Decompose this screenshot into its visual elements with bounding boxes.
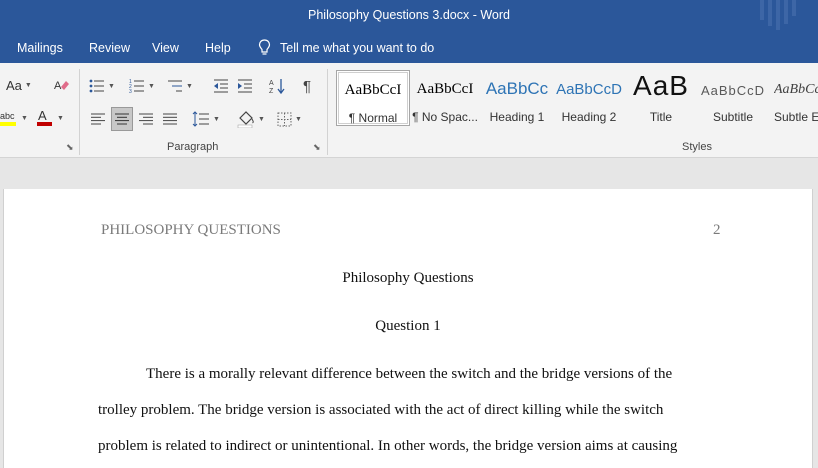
style-name: Subtle Em [774,110,818,124]
align-left-button[interactable] [88,108,108,130]
pilcrow-icon: ¶ [302,77,312,95]
separator [79,69,80,155]
style-heading-2[interactable]: AaBbCcD Heading 2 [552,70,626,126]
tab-help[interactable]: Help [205,41,231,55]
bullets-icon [89,79,104,93]
line-spacing-icon [192,111,209,127]
shading-button[interactable]: ▼ [237,108,265,130]
style-sample: AaBbCcD [556,81,622,98]
bullets-button[interactable]: ▼ [89,76,115,96]
style-name: Title [649,110,673,124]
eraser-icon: A [54,80,69,92]
tell-me-box[interactable]: Tell me what you want to do [258,39,434,56]
style-sample: AaB [633,70,689,101]
body-line: problem is related to indirect or uninte… [98,438,678,454]
highlighter-icon: abc [0,111,16,126]
numbering-button[interactable]: 1 2 3 ▼ [129,76,155,96]
increase-indent-icon [238,79,252,93]
clear-formatting-button[interactable]: A [52,76,70,94]
tab-view[interactable]: View [152,41,179,55]
change-case-button[interactable]: Aa ▼ [6,76,32,94]
style-no-spacing[interactable]: AaBbCcI ¶ No Spac... [408,70,482,126]
justify-button[interactable] [160,108,180,130]
paragraph-group-label: Paragraph [167,141,219,153]
sort-icon: A Z [269,79,285,95]
multilevel-list-button[interactable]: ▼ [167,76,193,96]
increase-indent-button[interactable] [236,76,254,96]
separator [327,69,328,155]
decrease-indent-icon [214,79,228,93]
align-right-button[interactable] [136,108,156,130]
tab-mailings[interactable]: Mailings [17,41,63,55]
style-name: ¶ Normal [348,111,398,125]
running-header: PHILOSOPHY QUESTIONS [101,222,281,238]
show-hide-marks-button[interactable]: ¶ [298,76,316,96]
decrease-indent-button[interactable] [212,76,230,96]
style-heading-1[interactable]: AaBbCc Heading 1 [480,70,554,126]
svg-text:A: A [54,80,62,92]
style-sample: AaBbCcD [700,83,766,98]
document-title: Philosophy Questions [342,270,474,286]
line-spacing-button[interactable]: ▼ [192,108,220,130]
title-bar: Philosophy Questions 3.docx - Word [0,0,818,33]
style-name: ¶ No Spac... [412,110,478,124]
sort-button[interactable]: A Z [268,76,286,96]
style-normal[interactable]: AaBbCcI ¶ Normal [336,70,410,126]
align-right-icon [139,113,153,125]
window-title: Philosophy Questions 3.docx - Word [308,8,510,22]
justify-icon [163,113,177,125]
body-line: trolley problem. The bridge version is a… [98,402,664,418]
svg-text:3: 3 [129,89,132,94]
ribbon-tabs: Mailings Review View Help Tell me what y… [0,33,818,63]
highlight-label: abc [0,111,15,121]
style-sample: AaBbCc [485,79,549,98]
align-center-button[interactable] [111,107,133,131]
style-sample: AaBbCcl [774,82,818,97]
ribbon: Aa ▼ A abc ▼ A ▼ ⬊ ▼ 1 2 3 ▼ ▼ A Z ¶ ▼ ▼… [0,63,818,158]
style-title[interactable]: AaB Title [624,70,698,126]
highlight-button[interactable]: abc ▼ [0,108,28,128]
svg-text:A: A [269,80,274,87]
style-sample: AaBbCcI [344,82,402,98]
align-center-icon [115,113,129,125]
document-area: PHILOSOPHY QUESTIONS 2 Philosophy Questi… [0,158,818,468]
lightbulb-icon [258,39,271,55]
paint-bucket-icon [237,111,254,128]
change-case-label: Aa [6,77,22,93]
question-heading: Question 1 [375,318,441,334]
tell-me-label: Tell me what you want to do [280,40,435,55]
style-name: Heading 2 [561,110,617,124]
borders-icon [277,112,292,126]
align-left-icon [91,113,105,125]
paragraph-dialog-launcher[interactable]: ⬊ [313,142,321,153]
document-page[interactable]: PHILOSOPHY QUESTIONS 2 Philosophy Questi… [3,189,813,468]
font-color-icon: A [37,108,52,126]
font-dialog-launcher[interactable]: ⬊ [66,142,74,153]
style-name: Heading 1 [489,110,545,124]
tab-review[interactable]: Review [89,41,130,55]
decorative-bars-icon [760,0,796,30]
style-name: Subtitle [712,110,754,124]
style-subtle-emphasis[interactable]: AaBbCcl Subtle Em [768,70,818,126]
numbering-icon: 1 2 3 [129,79,144,94]
font-color-button[interactable]: A ▼ [36,108,64,128]
style-subtitle[interactable]: AaBbCcD Subtitle [696,70,770,126]
page-number: 2 [713,222,721,238]
font-color-label: A [38,108,47,123]
styles-group-label: Styles [682,141,712,153]
svg-text:Z: Z [269,88,274,95]
multilevel-list-icon [168,80,182,92]
borders-button[interactable]: ▼ [277,108,302,130]
body-line: There is a morally relevant difference b… [146,366,673,382]
style-sample: AaBbCcI [416,81,474,97]
